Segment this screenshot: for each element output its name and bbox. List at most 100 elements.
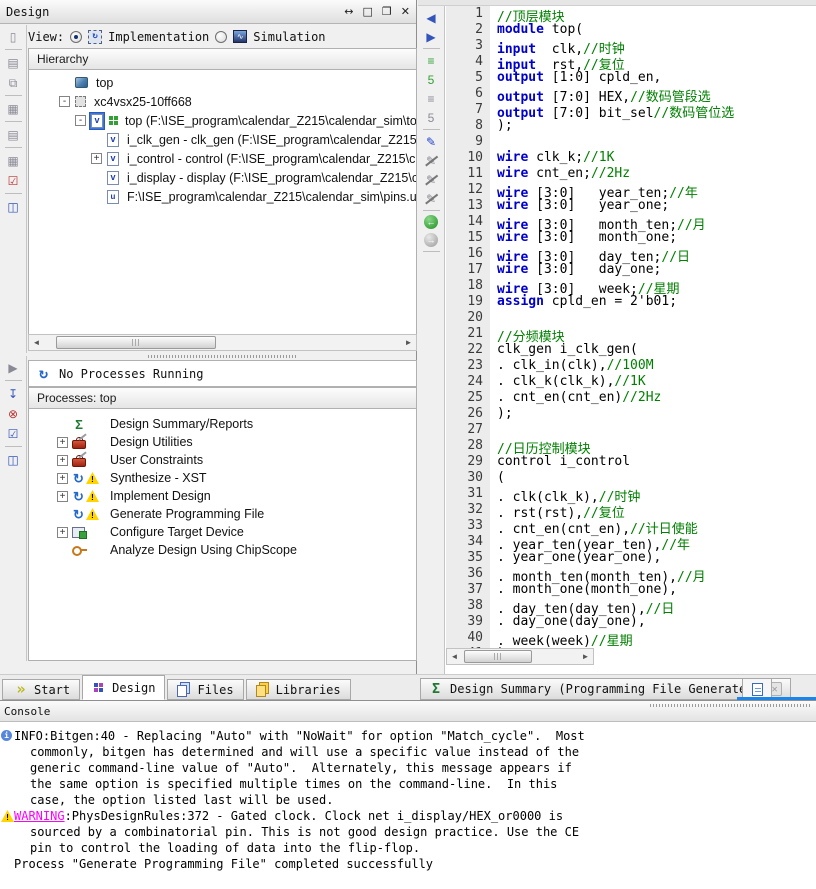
maximize-icon[interactable]: □ bbox=[363, 5, 373, 18]
code-text[interactable]: . month_one(month_one), bbox=[490, 582, 677, 598]
process-item[interactable]: +↻!Implement Design bbox=[29, 487, 416, 505]
process-columns-icon[interactable]: ◫ bbox=[5, 452, 22, 467]
file-check-icon[interactable]: ☑ bbox=[5, 173, 22, 188]
stop-process-icon[interactable]: ☑ bbox=[5, 426, 22, 441]
bookmark-pen-icon[interactable]: ✎ bbox=[423, 134, 440, 149]
code-text[interactable]: . clk_in(clk),//100M bbox=[490, 358, 654, 374]
code-text[interactable]: wire [3:0] day_ten;//日 bbox=[490, 246, 690, 262]
expand-toggle[interactable]: - bbox=[75, 115, 86, 126]
code-text[interactable]: module top( bbox=[490, 22, 583, 38]
implementation-radio[interactable] bbox=[70, 31, 82, 43]
hierarchy-item[interactable]: top bbox=[29, 73, 416, 92]
code-text[interactable]: output [7:0] bit_sel//数码管位选 bbox=[490, 102, 734, 118]
hierarchy-hscrollbar[interactable]: ◄ ► bbox=[28, 334, 417, 351]
goto-line-disabled-icon[interactable]: 5 bbox=[423, 110, 440, 125]
scroll-thumb[interactable] bbox=[464, 650, 532, 663]
expand-toggle[interactable]: + bbox=[57, 437, 68, 448]
code-text[interactable]: . cnt_en(cnt_en),//计日使能 bbox=[490, 518, 698, 534]
clear-all-bookmarks-icon[interactable]: ✎ bbox=[423, 172, 440, 187]
table-columns-icon[interactable]: ◫ bbox=[5, 199, 22, 214]
float-icon[interactable]: ❐ bbox=[382, 5, 392, 18]
code-text[interactable]: wire [3:0] week;//星期 bbox=[490, 278, 680, 294]
code-text[interactable]: . month_ten(month_ten),//月 bbox=[490, 566, 706, 582]
expand-toggle[interactable]: + bbox=[57, 491, 68, 502]
scroll-right-arrow[interactable]: ► bbox=[401, 338, 416, 347]
show-line-marks-icon[interactable]: ≡ bbox=[423, 53, 440, 68]
code-text[interactable]: wire clk_k;//1K bbox=[490, 150, 614, 166]
code-text[interactable]: output [7:0] HEX,//数码管段选 bbox=[490, 86, 711, 102]
code-text[interactable]: input clk,//时钟 bbox=[490, 38, 625, 54]
code-text[interactable]: //分频模块 bbox=[490, 326, 565, 342]
tab-design-summary[interactable]: Σ Design Summary (Programming File Gener… bbox=[420, 678, 791, 700]
rerun-all-icon[interactable]: ⊗ bbox=[5, 406, 22, 421]
code-text[interactable]: . year_one(year_one), bbox=[490, 550, 661, 566]
close-icon[interactable]: ✕ bbox=[401, 5, 410, 18]
design-check-icon[interactable]: ▦ bbox=[5, 153, 22, 168]
hierarchy-item[interactable]: -xc4vsx25-10ff668 bbox=[29, 92, 416, 111]
hierarchy-item[interactable]: -vtop (F:\ISE_program\calendar_Z215\cale… bbox=[29, 111, 416, 130]
goto-line-icon[interactable]: 5 bbox=[423, 72, 440, 87]
code-text[interactable]: wire [3:0] day_one; bbox=[490, 262, 661, 278]
editor-hscrollbar[interactable]: ◄ ► bbox=[446, 648, 594, 665]
code-text[interactable]: output [1:0] cpld_en, bbox=[490, 70, 661, 86]
code-text[interactable]: . cnt_en(cnt_en)//2Hz bbox=[490, 390, 661, 406]
tab-start[interactable]: »Start bbox=[2, 679, 80, 700]
code-text[interactable]: wire [3:0] year_one; bbox=[490, 198, 669, 214]
add-copy-source-icon[interactable]: ⧉ bbox=[5, 75, 22, 90]
hierarchy-item[interactable]: vi_clk_gen - clk_gen (F:\ISE_program\cal… bbox=[29, 130, 416, 149]
code-text[interactable]: input rst,//复位 bbox=[490, 54, 625, 70]
new-coregen-icon[interactable]: ▦ bbox=[5, 101, 22, 116]
process-item[interactable]: +Design Utilities bbox=[29, 433, 416, 451]
code-text[interactable]: assign cpld_en = 2'b01; bbox=[490, 294, 677, 310]
console-splitter-handle[interactable] bbox=[650, 704, 810, 707]
code-text[interactable]: . clk_k(clk_k),//1K bbox=[490, 374, 646, 390]
code-text[interactable]: . rst(rst),//复位 bbox=[490, 502, 625, 518]
new-source-icon[interactable]: ▯ bbox=[5, 29, 22, 44]
code-text[interactable]: clk_gen i_clk_gen( bbox=[490, 342, 638, 358]
code-text[interactable]: control i_control bbox=[490, 454, 630, 470]
code-text[interactable] bbox=[490, 310, 497, 326]
scroll-left-arrow[interactable]: ◄ bbox=[29, 338, 44, 347]
code-text[interactable]: wire [3:0] month_ten;//月 bbox=[490, 214, 706, 230]
prev-location-icon[interactable]: ◀ bbox=[423, 10, 440, 25]
expand-toggle[interactable]: + bbox=[91, 153, 102, 164]
code-text[interactable]: ); bbox=[490, 118, 513, 134]
process-item[interactable]: +Configure Target Device bbox=[29, 523, 416, 541]
back-icon[interactable]: ← bbox=[424, 215, 438, 229]
hierarchy-item[interactable]: uF:\ISE_program\calendar_Z215\calendar_s… bbox=[29, 187, 416, 206]
process-item[interactable]: Analyze Design Using ChipScope bbox=[29, 541, 416, 559]
code-text[interactable]: wire [3:0] month_one; bbox=[490, 230, 677, 246]
delete-marker-icon[interactable]: ✎ bbox=[423, 191, 440, 206]
code-text[interactable]: wire cnt_en;//2Hz bbox=[490, 166, 630, 182]
process-item[interactable]: ↻!Generate Programming File bbox=[29, 505, 416, 523]
code-text[interactable]: ); bbox=[490, 406, 513, 422]
code-text[interactable]: . day_one(day_one), bbox=[490, 614, 646, 630]
tab-files[interactable]: Files bbox=[167, 679, 243, 700]
code-area[interactable]: 1//顶层模块2module top(3input clk,//时钟4input… bbox=[446, 6, 816, 668]
process-item[interactable]: +↻!Synthesize - XST bbox=[29, 469, 416, 487]
scroll-left-arrow[interactable]: ◄ bbox=[447, 652, 462, 661]
code-text[interactable]: wire [3:0] year_ten;//年 bbox=[490, 182, 698, 198]
scroll-thumb[interactable] bbox=[56, 336, 216, 349]
code-text[interactable]: //日历控制模块 bbox=[490, 438, 591, 454]
expand-toggle[interactable]: + bbox=[57, 473, 68, 484]
code-text[interactable]: //顶层模块 bbox=[490, 6, 565, 22]
code-text[interactable]: . year_ten(year_ten),//年 bbox=[490, 534, 690, 550]
tab-libraries[interactable]: Libraries bbox=[246, 679, 351, 700]
next-location-icon[interactable]: ▶ bbox=[423, 29, 440, 44]
code-text[interactable]: . day_ten(day_ten),//日 bbox=[490, 598, 674, 614]
code-text[interactable] bbox=[490, 422, 497, 438]
hierarchy-item[interactable]: +vi_control - control (F:\ISE_program\ca… bbox=[29, 149, 416, 168]
remove-source-icon[interactable]: ▤ bbox=[5, 127, 22, 142]
force-rerun-icon[interactable]: ↧ bbox=[5, 386, 22, 401]
expand-toggle[interactable]: + bbox=[57, 527, 68, 538]
code-text[interactable]: . clk(clk_k),//时钟 bbox=[490, 486, 640, 502]
hide-line-marks-icon[interactable]: ≡ bbox=[423, 91, 440, 106]
hierarchy-item[interactable]: vi_display - display (F:\ISE_program\cal… bbox=[29, 168, 416, 187]
expand-toggle[interactable]: - bbox=[59, 96, 70, 107]
panel-splitter[interactable] bbox=[28, 353, 417, 359]
process-item[interactable]: +User Constraints bbox=[29, 451, 416, 469]
clear-bookmark-icon[interactable]: ✎ bbox=[423, 153, 440, 168]
process-item[interactable]: ΣDesign Summary/Reports bbox=[29, 415, 416, 433]
scroll-track[interactable] bbox=[462, 649, 578, 664]
